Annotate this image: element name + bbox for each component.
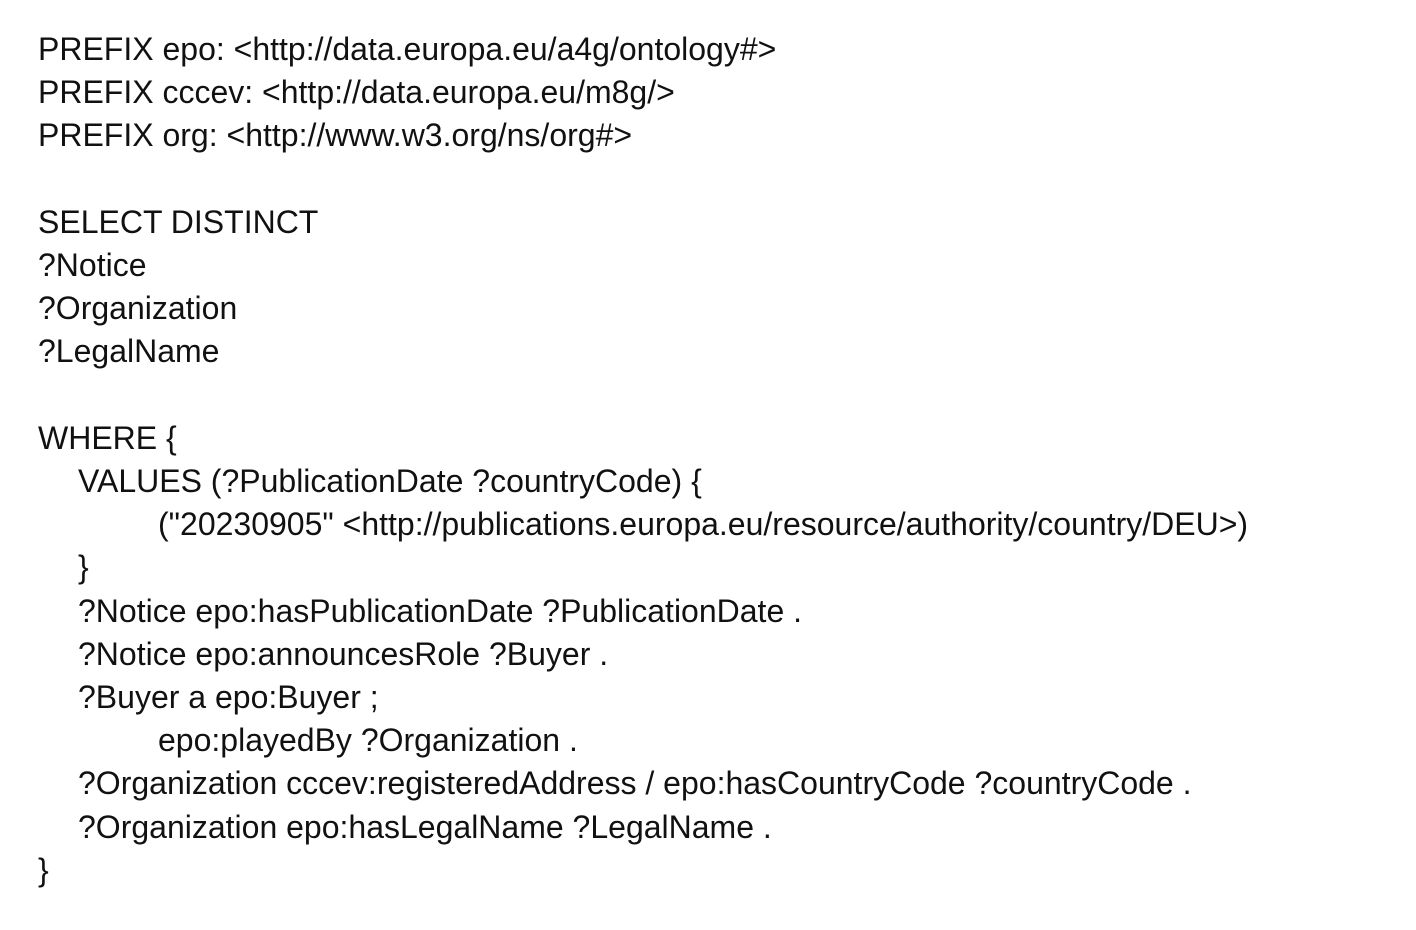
code-line: ?Buyer a epo:Buyer ; [78, 679, 379, 715]
code-line: ?LegalName [38, 333, 220, 370]
code-line: PREFIX cccev: <http://data.europa.eu/m8g… [38, 74, 675, 111]
sparql-query-document: PREFIX epo: <http://data.europa.eu/a4g/o… [38, 28, 1408, 908]
code-line: } [78, 549, 89, 586]
code-line: VALUES (?PublicationDate ?countryCode) { [78, 463, 702, 499]
code-line: ?Notice epo:hasPublicationDate ?Publicat… [78, 592, 803, 629]
code-line: ?Notice [38, 247, 147, 283]
code-line: } [38, 851, 49, 888]
code-line: ?Organization [38, 290, 238, 327]
code-line: epo:playedBy ?Organization . [158, 722, 578, 759]
code-line: ?Notice epo:announcesRole ?Buyer . [78, 635, 609, 672]
code-line: SELECT DISTINCT [38, 203, 319, 240]
code-line: PREFIX epo: <http://data.europa.eu/a4g/o… [38, 31, 777, 67]
code-line: ("20230905" <http://publications.europa.… [158, 506, 1249, 543]
code-line: ?Organization epo:hasLegalName ?LegalNam… [78, 808, 772, 845]
code-line: WHERE { [38, 419, 177, 456]
code-line: ?Organization cccev:registeredAddress / … [78, 765, 1192, 802]
code-line: PREFIX org: <http://www.w3.org/ns/org#> [38, 117, 633, 154]
